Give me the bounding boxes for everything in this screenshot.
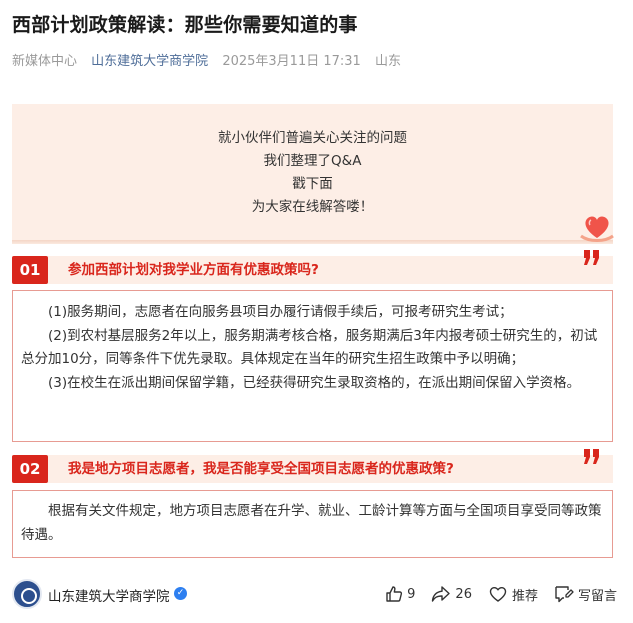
comment-button[interactable]: 写留言	[554, 585, 617, 604]
question-text: 我是地方项目志愿者，我是否能享受全国项目志愿者的优惠政策?	[68, 461, 454, 477]
question-header-2: 02 我是地方项目志愿者，我是否能享受全国项目志愿者的优惠政策?	[12, 449, 613, 483]
account-avatar[interactable]	[12, 579, 42, 609]
answer-box-1: (1)服务期间，志愿者在向服务县项目办履行请假手续后，可报考研究生考试； (2)…	[12, 290, 613, 442]
share-count: 26	[455, 586, 472, 602]
answer-paragraph: (3)在校生在派出期间保留学籍，已经获得研究生录取资格的，在派出期间保留入学资格…	[48, 374, 581, 391]
quote-mark-icon	[584, 250, 599, 265]
article-footer: 山东建筑大学商学院 ✓ 9 26 推荐 写留言	[0, 573, 633, 623]
meta-datetime: 2025年3月11日 17:31	[222, 54, 361, 69]
share-icon	[432, 586, 451, 602]
like-count: 9	[407, 586, 416, 602]
question-number: 02	[12, 455, 48, 483]
article-title: 西部计划政策解读：那些你需要知道的事	[12, 14, 358, 36]
comment-label: 写留言	[577, 588, 617, 604]
answer-paragraph: (2)到农村基层服务2年以上，服务期满考核合格，服务期满后3年内报考硕士研究生的…	[21, 327, 598, 368]
intro-banner: 就小伙伴们普遍关心关注的问题 我们整理了Q&A 戳下面 为大家在线解答喽！	[12, 104, 613, 242]
question-number: 01	[12, 256, 48, 284]
recommend-button[interactable]: 推荐	[488, 585, 538, 604]
recommend-label: 推荐	[511, 588, 538, 604]
heart-decoration-icon	[580, 216, 614, 242]
intro-line: 戳下面	[292, 176, 333, 192]
answer-box-2: 根据有关文件规定，地方项目志愿者在升学、就业、工龄计算等方面与全国项目享受同等政…	[12, 490, 613, 558]
answer-paragraph: 根据有关文件规定，地方项目志愿者在升学、就业、工龄计算等方面与全国项目享受同等政…	[21, 503, 602, 543]
footer-account-name[interactable]: 山东建筑大学商学院	[48, 585, 170, 605]
share-button[interactable]: 26	[431, 585, 472, 603]
intro-divider	[12, 240, 613, 244]
meta-account-link[interactable]: 山东建筑大学商学院	[91, 54, 208, 69]
like-button[interactable]: 9	[385, 585, 415, 603]
question-text: 参加西部计划对我学业方面有优惠政策吗?	[68, 262, 319, 278]
comment-icon	[555, 586, 574, 603]
answer-paragraph: (1)服务期间，志愿者在向服务县项目办履行请假手续后，可报考研究生考试；	[48, 304, 513, 320]
intro-line: 就小伙伴们普遍关心关注的问题	[218, 130, 407, 146]
quote-mark-icon	[584, 449, 599, 464]
question-header-1: 01 参加西部计划对我学业方面有优惠政策吗?	[12, 250, 613, 284]
intro-line: 为大家在线解答喽！	[251, 199, 374, 215]
article-meta: 新媒体中心 山东建筑大学商学院 2025年3月11日 17:31 山东	[12, 50, 411, 69]
thumbs-up-icon	[386, 586, 403, 602]
verified-icon: ✓	[174, 587, 187, 600]
heart-icon	[489, 586, 507, 602]
action-bar: 9 26 推荐 写留言	[369, 583, 617, 605]
meta-location: 山东	[374, 54, 401, 69]
meta-source: 新媒体中心	[12, 54, 78, 69]
intro-line: 我们整理了Q&A	[263, 153, 362, 169]
